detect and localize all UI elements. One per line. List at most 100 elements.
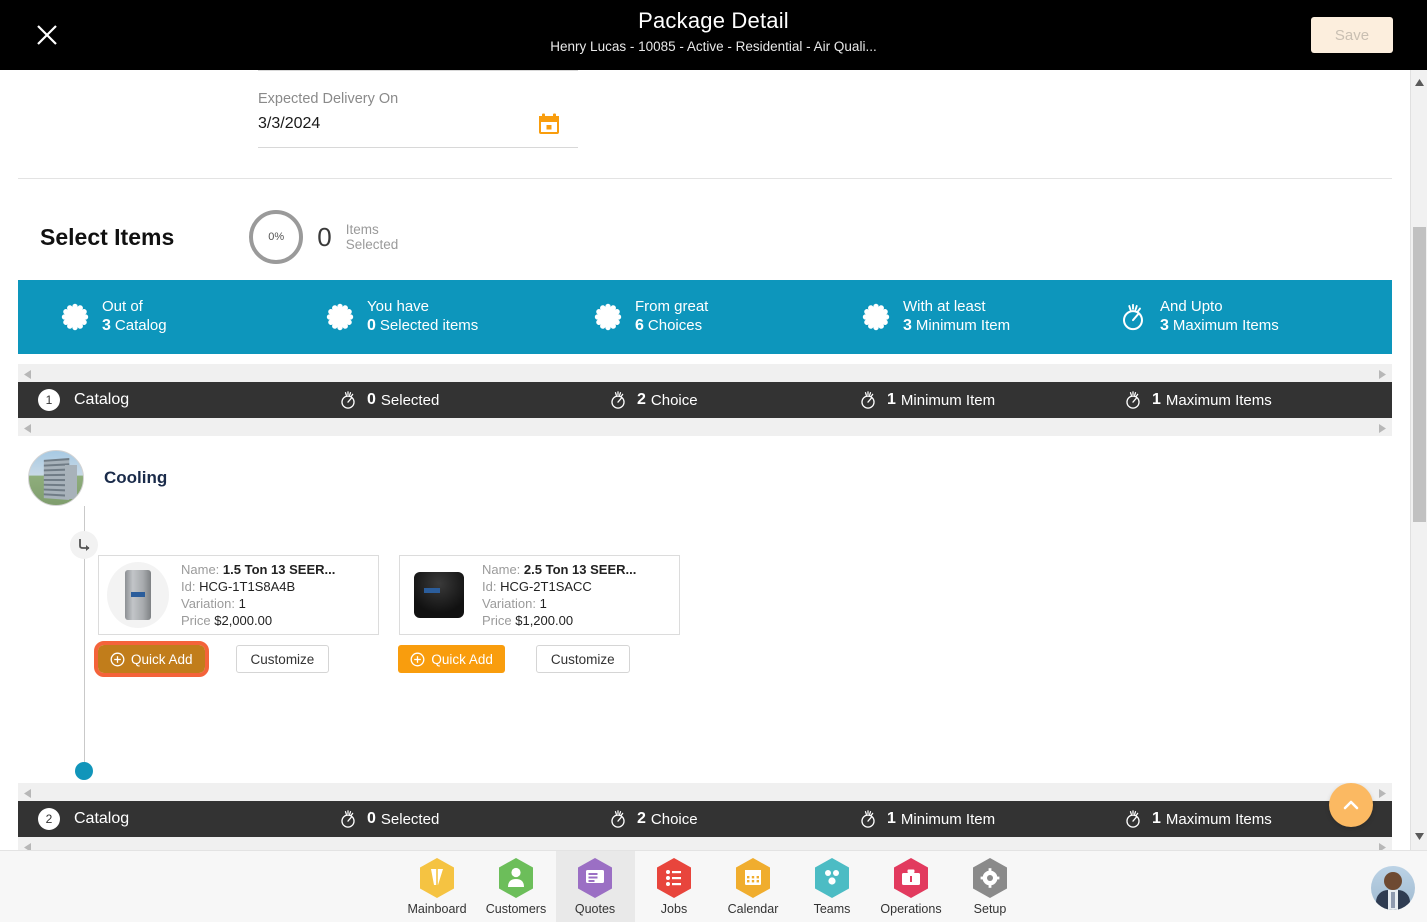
expected-delivery-field: Expected Delivery On 3/3/2024 xyxy=(258,70,578,148)
product-details: Name: 2.5 Ton 13 SEER... Id: HCG-2T1SACC… xyxy=(482,561,636,629)
summary-cell-1: Out of 3 Catalog xyxy=(60,298,167,336)
product-id-row: Id: HCG-2T1SACC xyxy=(482,579,592,594)
summary-cell-text: From great 6 Choices xyxy=(635,298,708,336)
app-header: Package Detail Henry Lucas - 10085 - Act… xyxy=(0,0,1427,70)
product-price: $1,200.00 xyxy=(515,613,574,628)
summary-cell-unit: Catalog xyxy=(114,317,167,334)
summary-cell-value: 3 xyxy=(102,317,111,334)
person-icon xyxy=(497,857,535,899)
product-card[interactable]: Name: 1.5 Ton 13 SEER... Id: HCG-1T1S8A4… xyxy=(98,555,379,635)
nav-item-customers[interactable]: Customers xyxy=(477,851,556,922)
catalog-row-2[interactable]: 2 Catalog 0 Selected 2 Choice 1 Minimum … xyxy=(18,801,1392,837)
nav-item-quotes[interactable]: Quotes xyxy=(555,850,635,922)
hscroll-strip-bottom[interactable] xyxy=(18,837,1392,850)
nav-item-label: Calendar xyxy=(727,902,779,916)
progress-percent-text: 0% xyxy=(268,231,285,243)
summary-cell-top: From great xyxy=(635,298,709,315)
stopwatch-icon xyxy=(1118,302,1148,332)
nav-item-label: Teams xyxy=(813,902,851,916)
stopwatch-icon xyxy=(608,390,628,410)
catalog-cell-value: 1 xyxy=(1152,391,1161,408)
nav-item-label: Operations xyxy=(880,902,942,916)
product-variation-row: Variation: 1 xyxy=(482,596,547,611)
expected-delivery-label: Expected Delivery On xyxy=(258,91,399,107)
summary-cell-value: 3 xyxy=(903,317,912,334)
catalog-group-cooling: Cooling Name: 1.5 Ton 13 SEER... Id: HCG… xyxy=(28,450,1368,780)
hscroll-strip-top[interactable] xyxy=(18,783,1392,801)
catalog-cell-unit: Maximum Items xyxy=(1165,391,1272,409)
select-items-header: Select Items 0% 0 Items Selected xyxy=(40,210,398,264)
nav-item-label: Customers xyxy=(485,902,547,916)
save-button[interactable]: Save xyxy=(1311,17,1393,53)
nav-item-jobs[interactable]: Jobs xyxy=(635,851,714,922)
nav-item-teams[interactable]: Teams xyxy=(793,851,872,922)
page-title: Package Detail xyxy=(638,8,789,33)
package-summary-bar: Out of 3 Catalog You have 0 Selected items Fro… xyxy=(18,280,1392,354)
section-divider xyxy=(18,178,1392,179)
bottom-navigation: Mainboard Customers Quotes Jobs Calendar… xyxy=(0,850,1427,922)
selected-label-line2: Selected xyxy=(345,237,399,252)
product-name-row: Name: 2.5 Ton 13 SEER... xyxy=(482,562,637,577)
catalog-number-badge: 1 xyxy=(38,389,60,411)
summary-cell-unit: Maximum Items xyxy=(1172,317,1279,334)
user-avatar[interactable] xyxy=(1371,866,1415,910)
catalog-cell-unit: Choice xyxy=(650,391,698,409)
summary-cell-value: 0 xyxy=(367,317,376,334)
nav-item-operations[interactable]: Operations xyxy=(872,851,951,922)
building-photo xyxy=(28,450,84,506)
summary-cell-top: With at least xyxy=(903,298,986,315)
catalog-cell-value: 1 xyxy=(887,810,896,827)
product-variation: 1 xyxy=(238,596,246,611)
summary-cell-unit: Selected items xyxy=(379,317,479,334)
quick-add-button[interactable]: Quick Add xyxy=(398,645,505,673)
product-id: HCG-1T1S8A4B xyxy=(199,579,296,594)
catalog-row-1[interactable]: 1 Catalog 0 Selected 2 Choice 1 Minimum … xyxy=(18,382,1392,418)
hscroll-right-arrow[interactable] xyxy=(1378,840,1387,850)
hscroll-strip-top[interactable] xyxy=(18,364,1392,382)
list-icon xyxy=(655,857,693,899)
hscroll-strip-bottom[interactable] xyxy=(18,418,1392,436)
customize-button[interactable]: Customize xyxy=(535,645,630,673)
nav-item-label: Mainboard xyxy=(407,902,467,916)
product-image xyxy=(408,562,470,628)
product-card-list: Name: 1.5 Ton 13 SEER... Id: HCG-1T1S8A4… xyxy=(98,555,680,635)
stopwatch-icon xyxy=(1123,809,1143,829)
calendar-icon[interactable] xyxy=(538,113,560,135)
asterisk-icon xyxy=(593,302,623,332)
hscroll-right-arrow[interactable] xyxy=(1378,421,1387,439)
progress-donut: 0% xyxy=(249,210,304,264)
product-variation: 1 xyxy=(539,596,547,611)
product-id: HCG-2T1SACC xyxy=(500,579,592,594)
gear-icon xyxy=(971,857,1009,899)
summary-cell-top: And Upto xyxy=(1160,298,1223,315)
nav-item-setup[interactable]: Setup xyxy=(951,851,1030,922)
customize-button[interactable]: Customize xyxy=(235,645,330,673)
catalog-1-cell-1: 0 Selected xyxy=(338,390,439,410)
nav-item-mainboard[interactable]: Mainboard xyxy=(398,851,477,922)
scrollbar-down-arrow[interactable] xyxy=(1414,828,1425,846)
summary-cell-text: And Upto 3 Maximum Items xyxy=(1160,298,1279,336)
expected-delivery-value[interactable]: 3/3/2024 xyxy=(258,115,320,133)
summary-cell-top: Out of xyxy=(102,298,143,315)
vertical-scrollbar[interactable] xyxy=(1410,70,1427,850)
summary-cell-2: You have 0 Selected items xyxy=(325,298,478,336)
catalog-2-cell-4: 1 Maximum Items xyxy=(1123,809,1272,829)
calendar-icon xyxy=(734,857,772,899)
scroll-to-top-button[interactable] xyxy=(1329,783,1373,827)
scrollbar-up-arrow[interactable] xyxy=(1414,74,1425,92)
catalog-label: Catalog xyxy=(74,391,130,408)
scrollbar-thumb[interactable] xyxy=(1413,227,1426,522)
hscroll-left-arrow[interactable] xyxy=(23,840,32,850)
product-card[interactable]: Name: 2.5 Ton 13 SEER... Id: HCG-2T1SACC… xyxy=(399,555,680,635)
nav-item-calendar[interactable]: Calendar xyxy=(714,851,793,922)
catalog-cell-unit: Selected xyxy=(380,391,440,409)
stopwatch-icon xyxy=(1123,390,1143,410)
summary-cell-value: 6 xyxy=(635,317,644,334)
chevron-up-icon xyxy=(1343,800,1359,810)
product-name: 1.5 Ton 13 SEER... xyxy=(222,562,336,577)
asterisk-icon xyxy=(325,302,355,332)
hscroll-left-arrow[interactable] xyxy=(23,421,32,439)
product-id-row: Id: HCG-1T1S8A4B xyxy=(181,579,296,594)
quick-add-button[interactable]: Quick Add xyxy=(94,641,209,677)
catalog-2-cell-3: 1 Minimum Item xyxy=(858,809,995,829)
